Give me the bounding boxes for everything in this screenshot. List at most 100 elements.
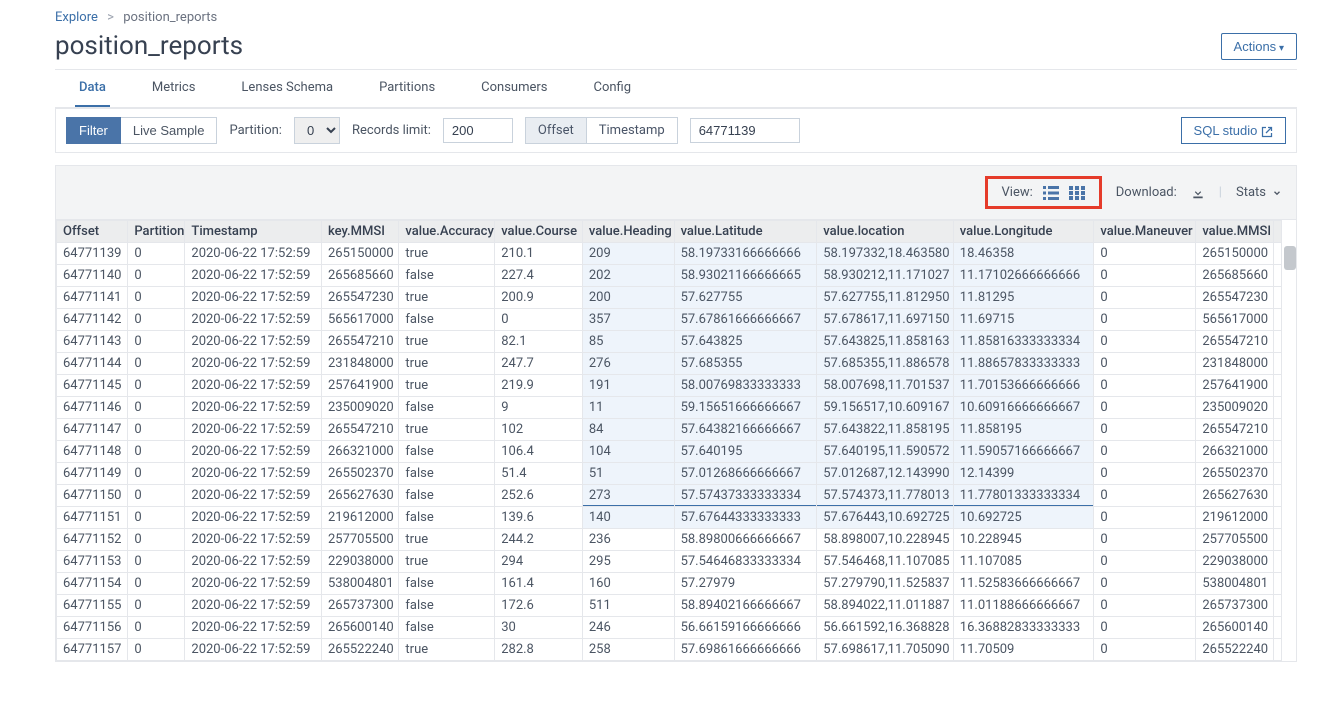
table-cell: 11.69715 <box>953 309 1094 331</box>
table-cell: 12.14399 <box>953 463 1094 485</box>
table-cell: 2020-06-22 17:52:59 <box>185 507 322 529</box>
table-cell: 265627630 <box>321 485 398 507</box>
table-cell: 64771149 <box>57 463 128 485</box>
table-cell: 85 <box>582 331 674 353</box>
partition-select[interactable]: 0 <box>294 117 340 144</box>
col-location[interactable]: value.location <box>817 221 954 243</box>
table-cell: 64771148 <box>57 441 128 463</box>
col-value-mmsi[interactable]: value.MMSI <box>1196 221 1273 243</box>
table-cell: 11.77801333333334 <box>953 485 1094 507</box>
col-latitude[interactable]: value.Latitude <box>674 221 817 243</box>
table-cell: 9 <box>495 397 583 419</box>
table-cell: 104 <box>582 441 674 463</box>
table-cell: 258 <box>582 639 674 661</box>
table-cell: 0 <box>128 617 185 639</box>
sql-studio-button[interactable]: SQL studio <box>1181 117 1286 144</box>
table-cell: 106.4 <box>495 441 583 463</box>
grid-view-icon[interactable] <box>1069 185 1085 200</box>
table-row[interactable]: 6477115402020-06-22 17:52:59538004801fal… <box>57 573 1282 595</box>
table-row[interactable]: 6477115702020-06-22 17:52:59265522240tru… <box>57 639 1282 661</box>
breadcrumb-root[interactable]: Explore <box>55 10 98 25</box>
col-heading[interactable]: value.Heading <box>582 221 674 243</box>
table-cell: 191 <box>582 375 674 397</box>
stats-toggle[interactable]: Stats <box>1236 185 1282 200</box>
table-cell: 0 <box>1094 551 1196 573</box>
table-cell <box>1273 265 1281 287</box>
table-row[interactable]: 6477114202020-06-22 17:52:59565617000fal… <box>57 309 1282 331</box>
table-cell: 273 <box>582 485 674 507</box>
table-scroll[interactable]: Offset Partition Timestamp key.MMSI valu… <box>56 220 1296 661</box>
col-longitude[interactable]: value.Longitude <box>953 221 1094 243</box>
table-cell: 64771155 <box>57 595 128 617</box>
table-cell: 231848000 <box>321 353 398 375</box>
table-row[interactable]: 6477114902020-06-22 17:52:59265502370fal… <box>57 463 1282 485</box>
tab-data[interactable]: Data <box>75 70 110 107</box>
table-cell: 0 <box>128 595 185 617</box>
timestamp-toggle[interactable]: Timestamp <box>586 118 677 143</box>
records-limit-input[interactable] <box>443 118 513 143</box>
table-cell: 0 <box>1094 331 1196 353</box>
table-row[interactable]: 6477114802020-06-22 17:52:59266321000fal… <box>57 441 1282 463</box>
table-cell: 11.88657833333333 <box>953 353 1094 375</box>
table-cell: 2020-06-22 17:52:59 <box>185 573 322 595</box>
table-row[interactable]: 6477115602020-06-22 17:52:59265600140fal… <box>57 617 1282 639</box>
table-row[interactable]: 6477114502020-06-22 17:52:59257641900tru… <box>57 375 1282 397</box>
table-cell: 294 <box>495 551 583 573</box>
table-cell: 265547230 <box>321 287 398 309</box>
table-cell: 0 <box>1094 507 1196 529</box>
col-course[interactable]: value.Course <box>495 221 583 243</box>
sql-studio-label: SQL studio <box>1194 123 1258 138</box>
table-row[interactable]: 6477114302020-06-22 17:52:59265547210tru… <box>57 331 1282 353</box>
tab-config[interactable]: Config <box>590 70 636 107</box>
table-row[interactable]: 6477115302020-06-22 17:52:59229038000tru… <box>57 551 1282 573</box>
tab-partitions[interactable]: Partitions <box>375 70 439 107</box>
tab-lenses-schema[interactable]: Lenses Schema <box>237 70 337 107</box>
table-cell: 57.640195 <box>674 441 817 463</box>
offset-toggle[interactable]: Offset <box>526 118 586 143</box>
table-row[interactable]: 6477113902020-06-22 17:52:59265150000tru… <box>57 243 1282 265</box>
table-cell <box>1273 441 1281 463</box>
table-cell: 56.661592,16.368828 <box>817 617 954 639</box>
col-accuracy[interactable]: value.Accuracy <box>399 221 495 243</box>
col-offset[interactable]: Offset <box>57 221 128 243</box>
table-cell: 266321000 <box>321 441 398 463</box>
table-row[interactable]: 6477114002020-06-22 17:52:59265685660fal… <box>57 265 1282 287</box>
table-row[interactable]: 6477115002020-06-22 17:52:59265627630fal… <box>57 485 1282 507</box>
list-view-icon[interactable] <box>1043 185 1059 200</box>
table-row[interactable]: 6477115502020-06-22 17:52:59265737300fal… <box>57 595 1282 617</box>
table-cell: true <box>399 551 495 573</box>
filter-button[interactable]: Filter <box>66 117 121 144</box>
scrollbar-handle[interactable] <box>1284 246 1296 270</box>
tab-metrics[interactable]: Metrics <box>148 70 200 107</box>
table-cell: 11.59057166666667 <box>953 441 1094 463</box>
table-cell: false <box>399 507 495 529</box>
table-cell: 0 <box>128 331 185 353</box>
col-maneuver[interactable]: value.Maneuver <box>1094 221 1196 243</box>
table-cell: 0 <box>128 243 185 265</box>
download-icon[interactable] <box>1191 185 1205 200</box>
table-cell: 265150000 <box>321 243 398 265</box>
table-row[interactable]: 6477114602020-06-22 17:52:59235009020fal… <box>57 397 1282 419</box>
table-row[interactable]: 6477115202020-06-22 17:52:59257705500tru… <box>57 529 1282 551</box>
table-cell: 244.2 <box>495 529 583 551</box>
col-partition[interactable]: Partition <box>128 221 185 243</box>
table-cell: 511 <box>582 595 674 617</box>
live-sample-button[interactable]: Live Sample <box>121 117 218 144</box>
col-timestamp[interactable]: Timestamp <box>185 221 322 243</box>
table-row[interactable]: 6477114402020-06-22 17:52:59231848000tru… <box>57 353 1282 375</box>
tab-consumers[interactable]: Consumers <box>477 70 551 107</box>
offset-input[interactable] <box>690 118 800 143</box>
table-cell: 58.89402166666667 <box>674 595 817 617</box>
table-cell: 0 <box>128 551 185 573</box>
col-key-mmsi[interactable]: key.MMSI <box>321 221 398 243</box>
table-cell: 64771152 <box>57 529 128 551</box>
table-row[interactable]: 6477114702020-06-22 17:52:59265547210tru… <box>57 419 1282 441</box>
table-cell: 265685660 <box>321 265 398 287</box>
table-row[interactable]: 6477114102020-06-22 17:52:59265547230tru… <box>57 287 1282 309</box>
table-row[interactable]: 6477115102020-06-22 17:52:59219612000fal… <box>57 507 1282 529</box>
table-cell: 0 <box>1094 573 1196 595</box>
table-cell: 257705500 <box>321 529 398 551</box>
table-cell: 57.574373,11.778013 <box>817 485 954 507</box>
table-cell: 58.93021166666665 <box>674 265 817 287</box>
actions-button[interactable]: Actions <box>1221 33 1297 60</box>
